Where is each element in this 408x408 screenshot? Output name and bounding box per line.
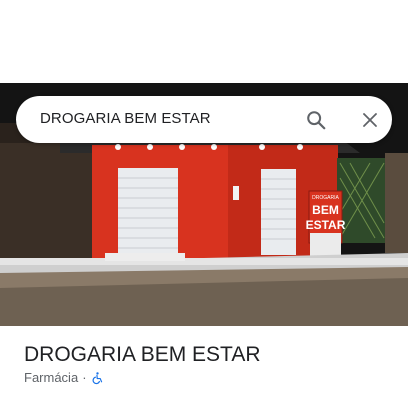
place-meta-row: Farmácia · xyxy=(24,370,104,385)
place-category: Farmácia xyxy=(24,370,79,385)
search-button[interactable] xyxy=(302,106,330,134)
sign-line-1: DROGARIA xyxy=(312,195,339,201)
search-icon xyxy=(307,111,326,130)
meta-separator: · xyxy=(82,370,87,385)
close-button[interactable] xyxy=(356,106,384,134)
wheelchair-icon xyxy=(92,371,102,384)
sign-line-3: ESTAR xyxy=(306,218,346,232)
search-bar[interactable]: DROGARIA BEM ESTAR xyxy=(16,96,392,143)
sign-line-2: BEM xyxy=(312,203,339,217)
search-input[interactable]: DROGARIA BEM ESTAR xyxy=(40,110,211,127)
place-name: DROGARIA BEM ESTAR xyxy=(24,343,261,366)
close-icon xyxy=(363,113,377,127)
